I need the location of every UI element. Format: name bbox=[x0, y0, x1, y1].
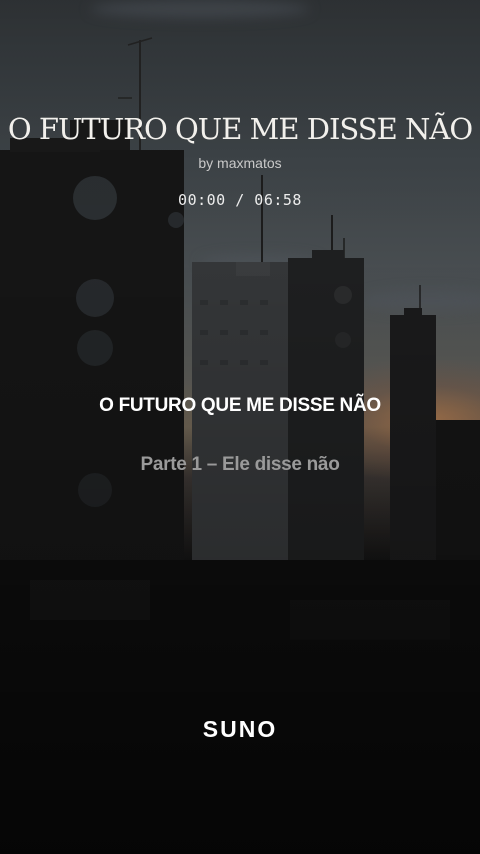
time-total: 06:58 bbox=[254, 191, 302, 209]
playback-timer: 00:00 / 06:58 bbox=[0, 191, 480, 209]
artist-byline: by maxmatos bbox=[198, 155, 282, 171]
lyric-next-line: Parte 1 – Ele disse não bbox=[140, 454, 340, 475]
video-background: O FUTURO QUE ME DISSE NÃO by maxmatos 00… bbox=[0, 0, 480, 854]
lyric-current-line: O FUTURO QUE ME DISSE NÃO bbox=[99, 395, 381, 416]
song-title: O FUTURO QUE ME DISSE NÃO bbox=[7, 112, 473, 146]
time-separator: / bbox=[225, 191, 255, 209]
time-elapsed: 00:00 bbox=[178, 191, 226, 209]
suno-logo: SUNO bbox=[202, 716, 278, 742]
